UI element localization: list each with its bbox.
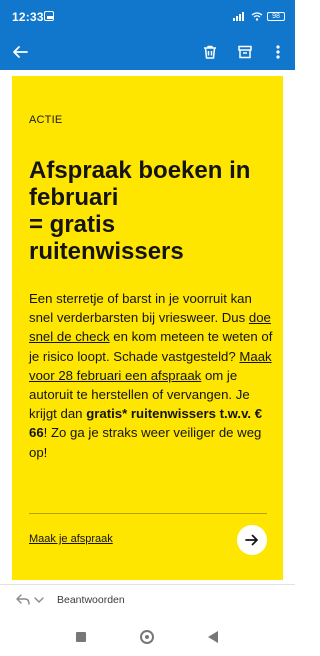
status-time: 12:33 — [12, 10, 44, 24]
headline-line: = gratis — [29, 211, 116, 238]
body-text: Een sterretje of barst in je voorruit ka… — [29, 291, 252, 326]
battery-icon: 98 — [267, 11, 285, 21]
email-body[interactable]: ACTIE Afspraak boeken in februari = grat… — [0, 70, 295, 580]
make-appointment-link[interactable]: Maak je afspraak — [29, 533, 113, 545]
headline-line: ruitenwissers — [29, 238, 184, 265]
system-nav-bar — [0, 616, 295, 656]
body-text: ! Zo ga je straks weer veiliger de weg o… — [29, 425, 262, 460]
headline-line: Afspraak boeken in — [29, 157, 251, 184]
home-circle-icon[interactable] — [140, 630, 154, 644]
more-vert-icon — [276, 45, 280, 59]
trash-icon — [204, 45, 216, 59]
status-icons: 98 — [233, 10, 285, 22]
divider — [29, 513, 267, 514]
archive-button[interactable] — [233, 40, 257, 64]
back-triangle-icon[interactable] — [208, 631, 218, 643]
email-toolbar — [0, 34, 295, 70]
reply-icon[interactable] — [15, 593, 31, 607]
promo-tag: ACTIE — [29, 114, 63, 126]
recents-square-icon[interactable] — [76, 632, 86, 642]
promo-body-text: Een sterretje of barst in je voorruit ka… — [29, 289, 279, 462]
reply-button[interactable]: Beantwoorden — [57, 594, 125, 606]
arrow-right-icon — [245, 534, 258, 546]
more-options-button[interactable] — [266, 40, 290, 64]
delete-button[interactable] — [198, 40, 222, 64]
chevron-down-icon[interactable] — [33, 594, 45, 606]
headline-line: februari — [29, 184, 119, 211]
signal-icon — [233, 11, 247, 21]
promo-headline: Afspraak boeken in februari = gratis rui… — [29, 157, 279, 265]
make-appointment-button[interactable] — [237, 525, 267, 555]
back-button[interactable] — [8, 40, 32, 64]
archive-icon — [238, 45, 252, 59]
arrow-left-icon — [13, 46, 28, 58]
wifi-icon — [251, 11, 263, 21]
status-bar: 12:33 98 — [0, 0, 295, 34]
reply-bar: Beantwoorden — [0, 584, 295, 616]
notification-icon — [44, 11, 54, 21]
promo-card: ACTIE Afspraak boeken in februari = grat… — [12, 76, 283, 580]
